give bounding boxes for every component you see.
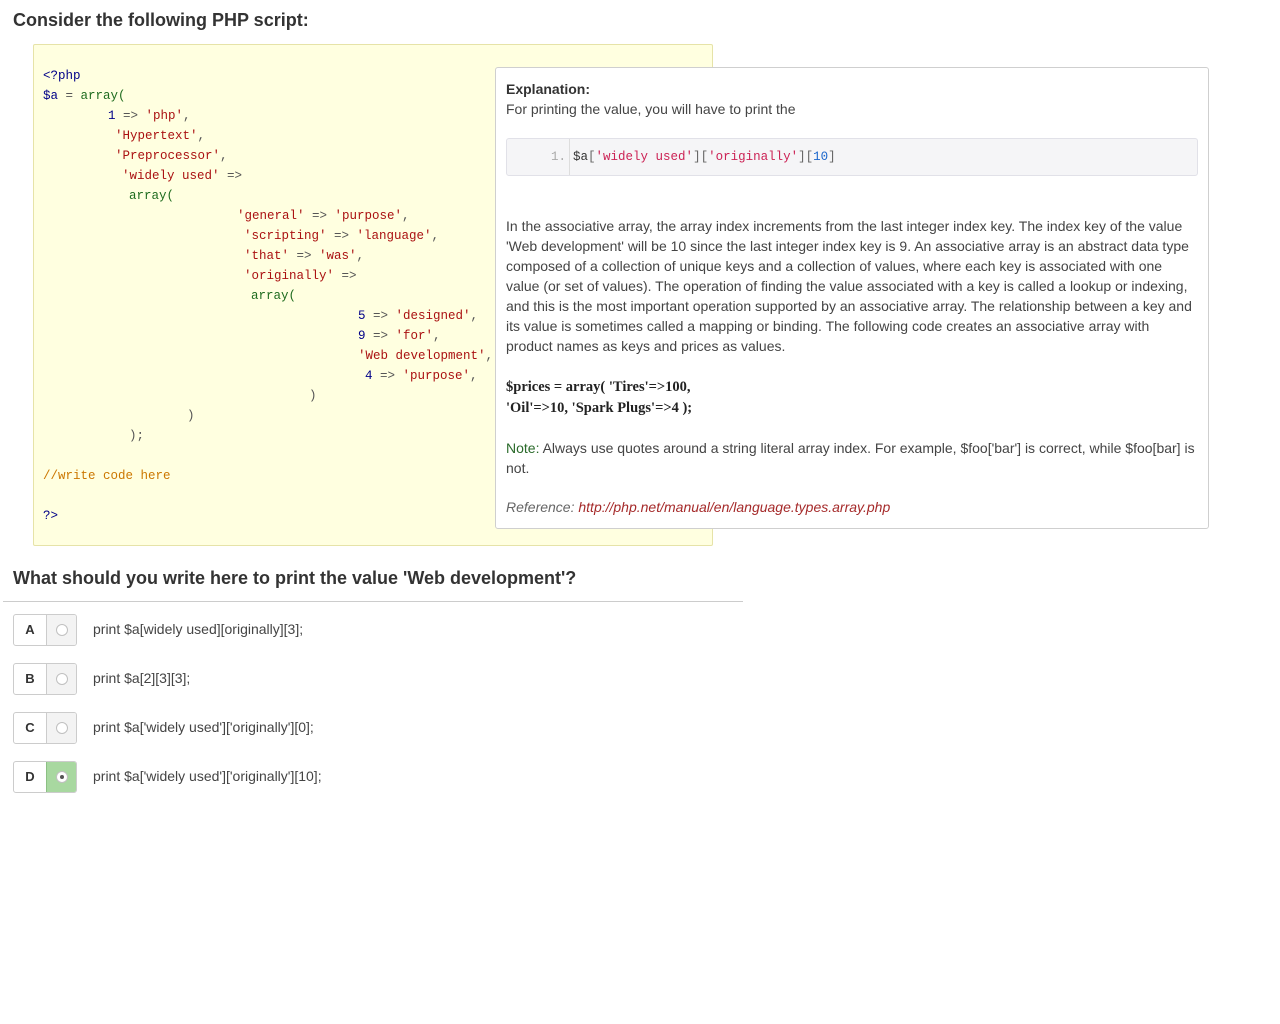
code-line-10: 'that' => 'was', <box>244 249 365 263</box>
code-line-15: 'Web development', <box>358 349 494 363</box>
code-line-19: ); <box>129 429 145 443</box>
radio-icon[interactable] <box>56 673 68 685</box>
explanation-panel: Explanation: For printing the value, you… <box>495 67 1209 529</box>
option-a-button[interactable]: A <box>13 614 77 646</box>
code-line-9: 'scripting' => 'language', <box>244 229 440 243</box>
code-line-21: ?> <box>43 509 59 523</box>
question-heading: Consider the following PHP script: <box>13 10 309 30</box>
option-text: print $a[2][3][3]; <box>93 670 191 686</box>
option-d-button[interactable]: D <box>13 761 77 793</box>
code-line-1: <?php <box>43 69 81 83</box>
explanation-intro: For printing the value, you will have to… <box>506 101 796 117</box>
example-code: $prices = array( 'Tires'=>100, 'Oil'=>10,… <box>506 379 693 416</box>
radio-icon[interactable] <box>56 722 68 734</box>
option-b-button[interactable]: B <box>13 663 77 695</box>
code-line-2: $a = array( <box>43 89 126 103</box>
option-text: print $a[widely used][originally][3]; <box>93 621 304 637</box>
option-letter: D <box>25 769 35 784</box>
reference-link[interactable]: http://php.net/manual/en/language.types.… <box>578 499 890 515</box>
radio-icon[interactable] <box>56 624 68 636</box>
option-letter: A <box>25 622 35 637</box>
explanation-paragraph: In the associative array, the array inde… <box>506 218 1192 354</box>
option-text: print $a['widely used']['originally'][0]… <box>93 719 314 735</box>
option-c-button[interactable]: C <box>13 712 77 744</box>
option-letter: C <box>25 720 35 735</box>
option-radio-cell-selected[interactable] <box>46 762 76 792</box>
reference: Reference: http://php.net/manual/en/lang… <box>506 499 891 515</box>
radio-checked-icon[interactable] <box>56 771 68 783</box>
code-line-17: ) <box>309 389 317 403</box>
code-line-20: //write code here <box>43 469 171 483</box>
code-line-13: 5 => 'designed', <box>358 309 479 323</box>
code-line-14: 9 => 'for', <box>358 329 441 343</box>
code-line-5: 'Preprocessor', <box>115 149 228 163</box>
question-text: What should you write here to print the … <box>13 568 577 588</box>
code-line-16: 4 => 'purpose', <box>365 369 478 383</box>
option-letter: B <box>25 671 35 686</box>
code-snippet: 1. $a['widely used']['originally'][10] <box>506 138 1198 176</box>
code-line-12: array( <box>251 289 297 303</box>
note-label: Note: <box>506 440 540 456</box>
code-line-4: 'Hypertext', <box>115 129 206 143</box>
code-line-11: 'originally' => <box>244 269 365 283</box>
code-line-7: array( <box>129 189 175 203</box>
line-number: 1. <box>551 150 567 164</box>
option-text: print $a['widely used']['originally'][10… <box>93 768 322 784</box>
explanation-title: Explanation: <box>506 81 591 97</box>
option-radio-cell[interactable] <box>46 664 76 694</box>
code-line-8: 'general' => 'purpose', <box>237 209 410 223</box>
code-line-3: 1 => 'php', <box>108 109 191 123</box>
code-line-6: 'widely used' => <box>122 169 250 183</box>
divider <box>3 601 743 602</box>
option-radio-cell[interactable] <box>46 615 76 645</box>
snippet-code: $a['widely used']['originally'][10] <box>573 150 836 164</box>
note-text: Note: Always use quotes around a string … <box>506 440 1195 476</box>
code-line-18: ) <box>187 409 195 423</box>
option-radio-cell[interactable] <box>46 713 76 743</box>
snippet-gutter <box>569 139 570 175</box>
